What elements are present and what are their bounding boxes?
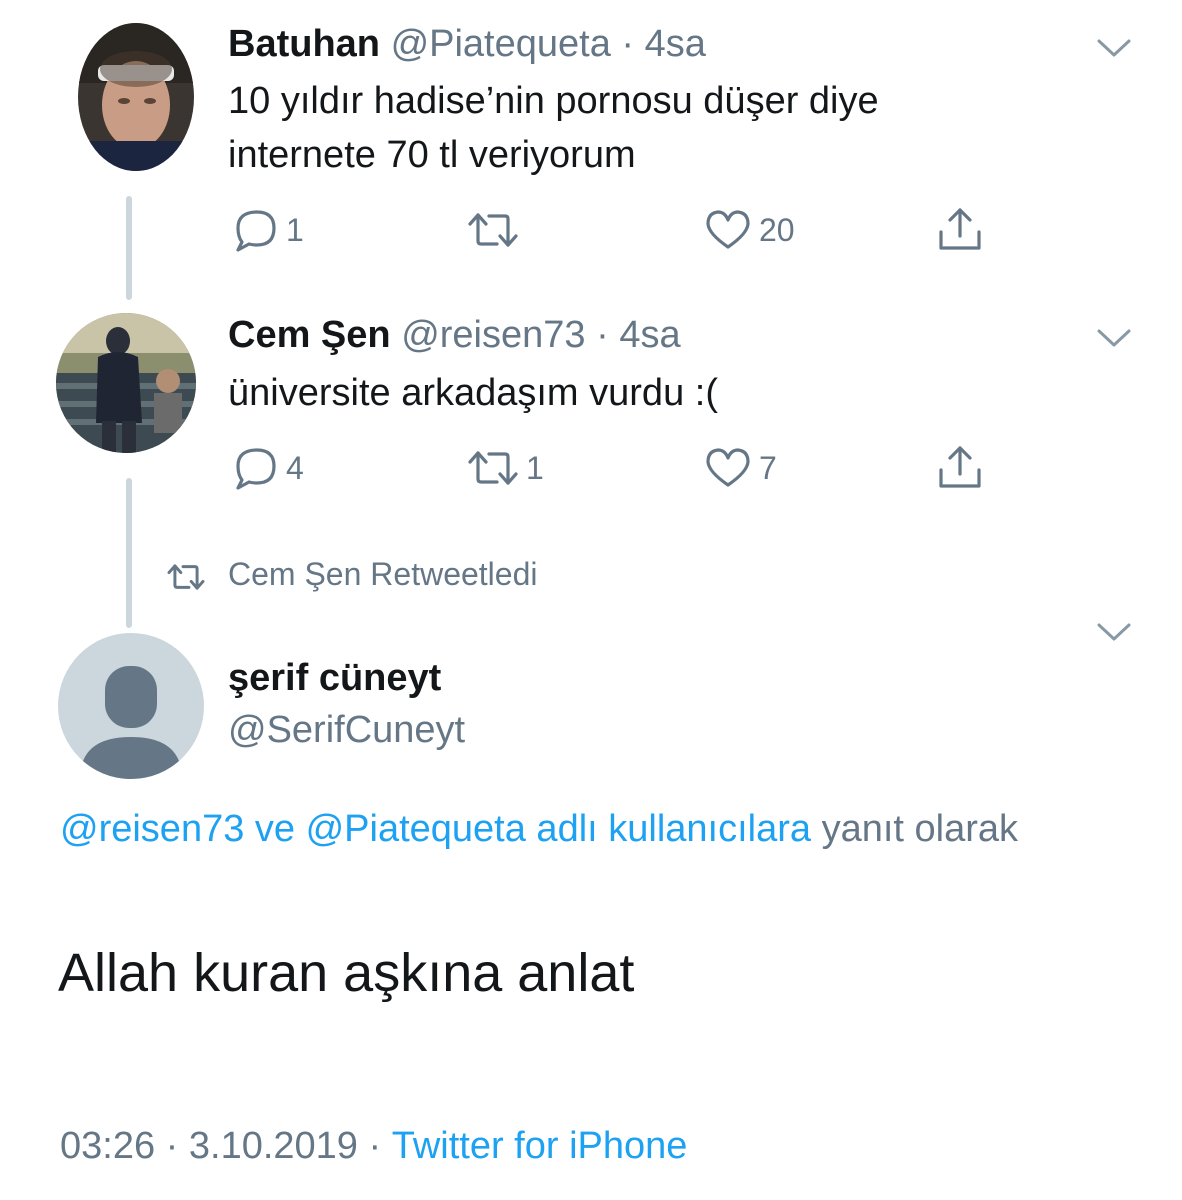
main-tweet-source-link[interactable]: Twitter for iPhone (392, 1125, 688, 1167)
avatar-photo-cem-sen (56, 313, 196, 453)
tweet1-header: Batuhan @Piatequeta · 4sa (228, 22, 706, 66)
chevron-down-icon[interactable] (1096, 36, 1132, 60)
reply-to-users-link[interactable]: @reisen73 ve @Piatequeta adlı kullanıcıl… (60, 808, 811, 850)
chevron-down-icon[interactable] (1096, 620, 1132, 644)
avatar-cem-sen[interactable] (56, 313, 196, 453)
tweet2-retweet-count: 1 (526, 450, 544, 486)
heart-icon (706, 448, 750, 487)
main-tweet-handle[interactable]: @SerifCuneyt (228, 709, 465, 751)
chevron-down-icon[interactable] (1096, 326, 1132, 350)
main-tweet-display-name[interactable]: şerif cüneyt (228, 657, 441, 699)
heart-icon (706, 210, 750, 249)
tweet2-time[interactable]: 4sa (619, 314, 680, 356)
retweet-context-label[interactable]: Cem Şen Retweetledi (228, 556, 537, 593)
tweet1-handle[interactable]: @Piatequeta (391, 23, 611, 65)
tweet2-header: Cem Şen @reisen73 · 4sa (228, 313, 681, 357)
tweet2-like-count: 7 (759, 450, 777, 486)
main-tweet-meta: 03:26 · 3.10.2019 · Twitter for iPhone (60, 1122, 687, 1170)
main-tweet-dot-2: · (368, 1125, 382, 1167)
tweet1-time[interactable]: 4sa (645, 23, 706, 65)
thread-line-1 (126, 196, 132, 300)
tweet2-reply-button[interactable]: 4 (230, 443, 304, 493)
reply-icon (236, 448, 276, 490)
retweet-icon (468, 451, 518, 485)
tweet2-retweet-button[interactable]: 1 (466, 443, 544, 493)
retweet-icon (468, 213, 518, 247)
tweet1-text-line1: 10 yıldır hadise’nin pornosu düşer diye (228, 80, 879, 122)
share-icon (939, 446, 981, 488)
default-profile-icon (80, 666, 182, 779)
tweet1-retweet-button[interactable] (466, 205, 526, 255)
main-tweet-dot-1: · (165, 1125, 179, 1167)
retweet-icon (167, 564, 205, 590)
main-tweet-text: Allah kuran aşkına anlat (58, 943, 635, 1003)
tweet2-handle[interactable]: @reisen73 (401, 314, 585, 356)
share-icon (939, 208, 981, 250)
tweet1-separator (611, 23, 622, 65)
tweet1-like-count: 20 (759, 212, 795, 248)
tweet2-name[interactable]: Cem Şen (228, 314, 391, 356)
tweet2-share-button[interactable] (936, 443, 984, 493)
reply-to-suffix: yanıt olarak (811, 808, 1019, 850)
reply-to-context: @reisen73 ve @Piatequeta adlı kullanıcıl… (60, 800, 1060, 858)
tweet1-text-line2: internete 70 tl veriyorum (228, 134, 636, 176)
tweet2-reply-count: 4 (286, 450, 304, 486)
tweet1-name[interactable]: Batuhan (228, 23, 380, 65)
tweet1-like-button[interactable]: 20 (703, 205, 795, 255)
avatar-photo-batuhan (78, 23, 194, 171)
tweet1-reply-count: 1 (286, 212, 304, 248)
avatar-batuhan[interactable] (78, 23, 194, 171)
main-tweet-name: şerif cüneyt (228, 656, 441, 700)
tweet1-share-button[interactable] (936, 205, 984, 255)
tweet1-reply-button[interactable]: 1 (230, 205, 304, 255)
tweet1-dot: · (621, 23, 635, 65)
tweet2-dot: · (596, 314, 609, 356)
avatar-serif-cuneyt[interactable] (58, 633, 204, 779)
reply-icon (236, 210, 276, 252)
tweet2-like-button[interactable]: 7 (703, 443, 777, 493)
tweet2-text: üniversite arkadaşım vurdu :( (228, 372, 718, 414)
main-tweet-time: 03:26 (60, 1125, 156, 1167)
main-tweet-handle-line: @SerifCuneyt (228, 708, 465, 752)
main-tweet-date: 3.10.2019 (188, 1125, 358, 1167)
thread-line-2 (126, 478, 132, 628)
